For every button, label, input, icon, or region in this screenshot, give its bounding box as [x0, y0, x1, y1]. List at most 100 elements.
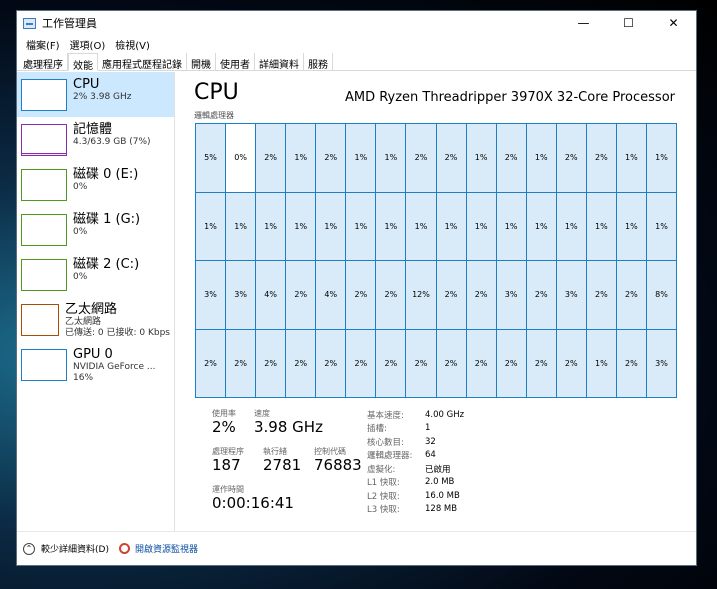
- core-cell: 2%: [616, 261, 646, 329]
- core-cell: 1%: [556, 192, 586, 260]
- logical-processors-label: 邏輯處理器: [194, 111, 234, 120]
- core-cell: 2%: [556, 124, 586, 192]
- sidebar-item-gpu-0[interactable]: GPU 0 NVIDIA GeForce ... 16%: [17, 342, 174, 387]
- spec-value: 16.0 MB: [425, 490, 460, 501]
- tab-users[interactable]: 使用者: [216, 53, 255, 71]
- disk-0-mini-graph: [21, 169, 67, 201]
- spec-row: 基本速度: 4.00 GHz: [367, 408, 464, 422]
- maximize-button[interactable]: ☐: [606, 11, 651, 35]
- menu-view[interactable]: 檢視(V): [110, 37, 155, 52]
- core-cell: 2%: [586, 124, 616, 192]
- sidebar-item-ethernet[interactable]: 乙太網路 乙太網路 已傳送: 0 已接收: 0 Kbps: [17, 297, 174, 342]
- spec-value: 64: [425, 450, 436, 461]
- spec-row: 插槽: 1: [367, 422, 464, 436]
- spec-value: 已啟用: [425, 464, 451, 475]
- page-title: CPU: [194, 80, 239, 105]
- minimize-button[interactable]: —: [561, 11, 606, 35]
- core-cell: 2%: [316, 124, 346, 192]
- spec-key: 邏輯處理器:: [367, 451, 413, 462]
- sidebar-item-title: CPU: [73, 77, 100, 92]
- usage-value: 2%: [212, 418, 236, 436]
- close-button[interactable]: ✕: [651, 11, 696, 35]
- spec-key: 基本速度:: [367, 410, 404, 421]
- core-cell: 2%: [436, 124, 466, 192]
- core-cell: 5%: [196, 124, 226, 192]
- core-cell: 8%: [646, 261, 676, 329]
- tab-details[interactable]: 詳細資料: [255, 53, 304, 71]
- resource-sidebar: CPU 2% 3.98 GHz 記憶體 4.3/63.9 GB (7%) 磁碟 …: [17, 72, 175, 531]
- tab-bar: 處理程序 效能 應用程式歷程記錄 開機 使用者 詳細資料 服務: [17, 53, 696, 72]
- chevron-up-icon[interactable]: ⌃: [23, 542, 35, 555]
- tab-processes[interactable]: 處理程序: [19, 53, 68, 71]
- sidebar-item-disk-0[interactable]: 磁碟 0 (E:) 0%: [17, 162, 174, 207]
- tab-performance[interactable]: 效能: [68, 53, 98, 72]
- spec-key: L1 快取:: [367, 478, 400, 489]
- core-cell: 1%: [226, 192, 256, 260]
- sidebar-item-memory[interactable]: 記憶體 4.3/63.9 GB (7%): [17, 117, 174, 162]
- core-cell: 1%: [496, 192, 526, 260]
- cpu-mini-graph: [21, 79, 67, 111]
- core-cell: 2%: [496, 124, 526, 192]
- core-cell: 1%: [346, 124, 376, 192]
- resource-monitor-icon: [118, 543, 130, 554]
- handles-value: 76883: [314, 456, 362, 474]
- sidebar-item-title: 磁碟 2 (C:): [73, 257, 140, 272]
- sidebar-item-disk-2[interactable]: 磁碟 2 (C:) 0%: [17, 252, 174, 297]
- sidebar-item-cpu[interactable]: CPU 2% 3.98 GHz: [17, 72, 174, 117]
- spec-value: 1: [425, 423, 431, 434]
- core-cell: 2%: [406, 124, 436, 192]
- spec-row: 虛擬化: 已啟用: [367, 462, 464, 476]
- core-cell: 1%: [436, 192, 466, 260]
- core-cell: 2%: [196, 329, 226, 397]
- core-cell: 2%: [406, 329, 436, 397]
- open-resource-monitor-link[interactable]: 開啟資源監視器: [135, 542, 198, 555]
- threads-value: 2781: [263, 456, 302, 474]
- core-cell: 2%: [226, 329, 256, 397]
- core-cell: 1%: [616, 124, 646, 192]
- core-cell: 1%: [286, 124, 316, 192]
- spec-key: L2 快取:: [367, 491, 400, 502]
- core-cell: 1%: [406, 192, 436, 260]
- gpu-mini-graph: [21, 349, 67, 381]
- sidebar-item-sub: 0%: [73, 227, 88, 237]
- spec-key: L3 快取:: [367, 505, 400, 516]
- sidebar-item-sub2: 16%: [73, 373, 94, 383]
- spec-key: 插槽:: [367, 424, 387, 435]
- menu-file[interactable]: 檔案(F): [21, 37, 65, 52]
- core-cell: 4%: [316, 261, 346, 329]
- processes-value: 187: [212, 456, 241, 474]
- tab-services[interactable]: 服務: [304, 53, 333, 71]
- core-cell: 2%: [376, 329, 406, 397]
- sidebar-item-sub: 0%: [73, 272, 88, 282]
- core-cell: 3%: [196, 261, 226, 329]
- spec-row: L3 快取: 128 MB: [367, 503, 464, 517]
- core-cell: 2%: [436, 329, 466, 397]
- tab-app-history[interactable]: 應用程式歷程記錄: [98, 53, 187, 71]
- core-cell: 1%: [616, 192, 646, 260]
- tab-startup[interactable]: 開機: [187, 53, 216, 71]
- core-cell: 1%: [376, 124, 406, 192]
- core-cell: 1%: [286, 192, 316, 260]
- sidebar-item-disk-1[interactable]: 磁碟 1 (G:) 0%: [17, 207, 174, 252]
- spec-row: L2 快取: 16.0 MB: [367, 489, 464, 503]
- spec-row: 邏輯處理器: 64: [367, 449, 464, 463]
- spec-row: L1 快取: 2.0 MB: [367, 476, 464, 490]
- core-cell: 1%: [586, 329, 616, 397]
- task-manager-window: 工作管理員 — ☐ ✕ 檔案(F) 選項(O) 檢視(V) 處理程序 效能 應用…: [16, 10, 697, 566]
- task-manager-icon: [23, 17, 36, 29]
- disk-1-mini-graph: [21, 214, 67, 246]
- fewer-details-link[interactable]: 較少詳細資料(D): [41, 542, 109, 555]
- core-cell: 1%: [376, 192, 406, 260]
- core-cell: 2%: [286, 329, 316, 397]
- sidebar-item-title: 磁碟 0 (E:): [73, 167, 139, 182]
- menu-options[interactable]: 選項(O): [65, 37, 111, 52]
- menu-bar: 檔案(F) 選項(O) 檢視(V): [17, 35, 696, 53]
- core-cell: 2%: [286, 261, 316, 329]
- core-cell: 3%: [226, 261, 256, 329]
- uptime-value: 0:00:16:41: [212, 494, 294, 512]
- core-cell: 3%: [496, 261, 526, 329]
- spec-value: 32: [425, 436, 436, 447]
- spec-value: 4.00 GHz: [425, 409, 465, 420]
- core-cell: 1%: [526, 192, 556, 260]
- title-bar: 工作管理員 — ☐ ✕: [17, 11, 696, 35]
